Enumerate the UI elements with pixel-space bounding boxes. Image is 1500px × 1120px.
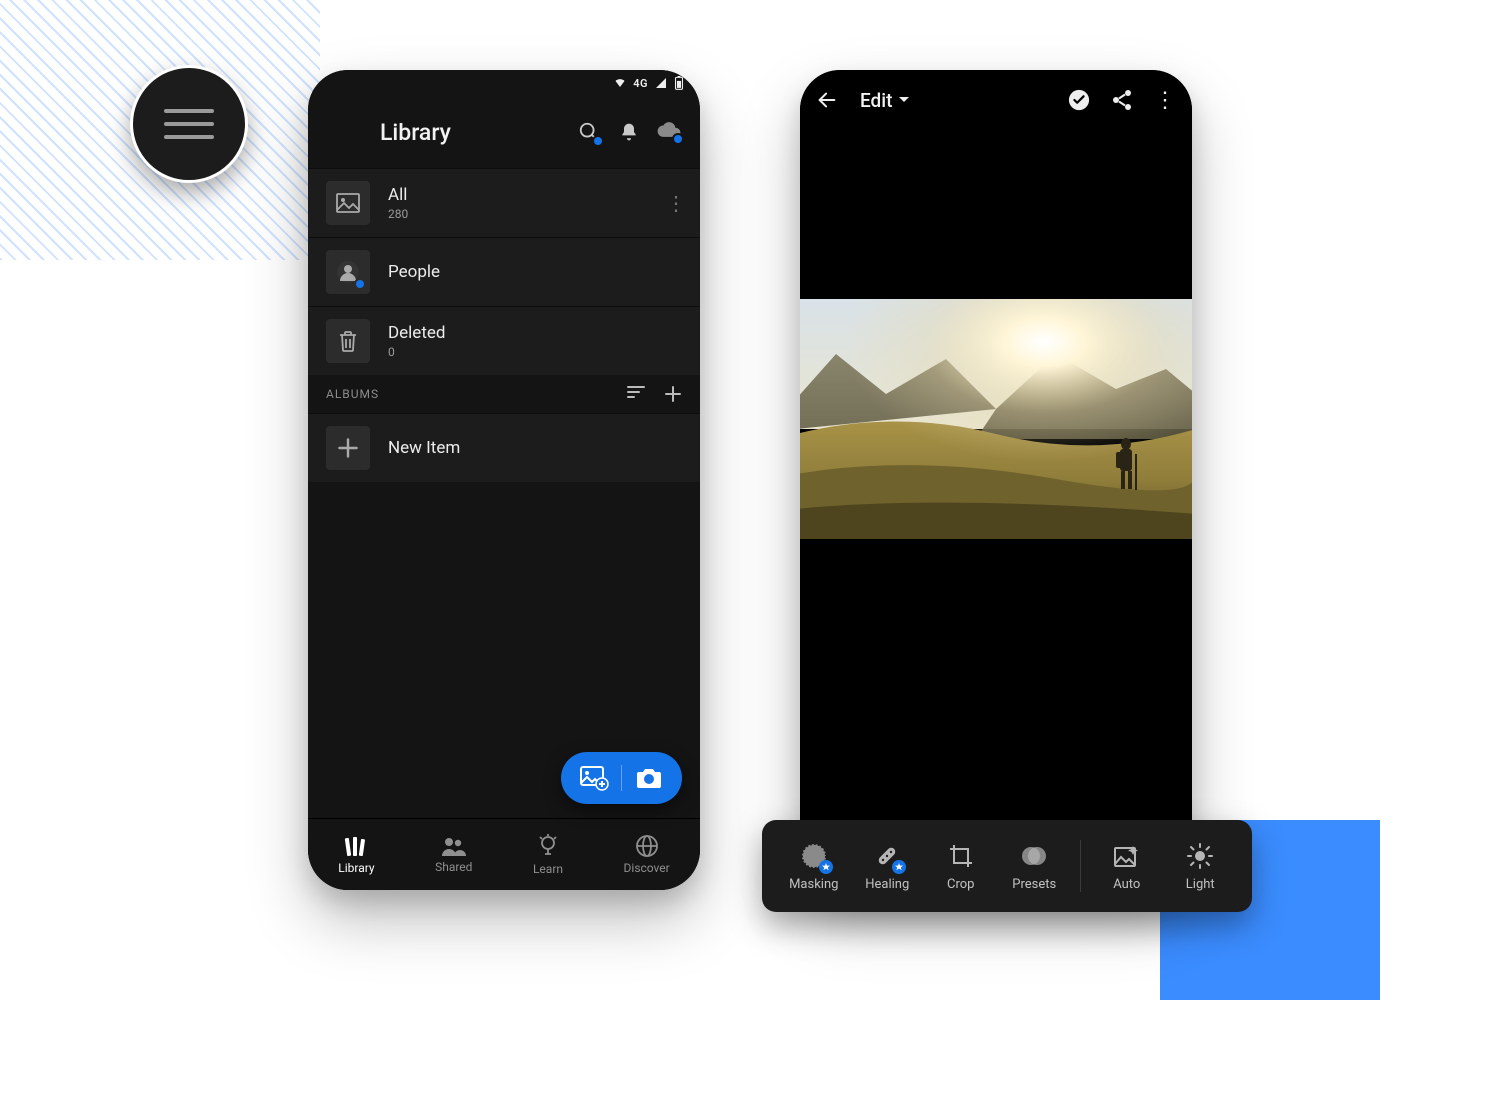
library-spacer bbox=[308, 482, 700, 818]
status-bar: 4G bbox=[308, 70, 700, 96]
nav-discover[interactable]: Discover bbox=[624, 835, 670, 875]
tool-healing[interactable]: Healing bbox=[854, 841, 922, 892]
album-new-item[interactable]: New Item bbox=[308, 413, 700, 482]
tool-label: Auto bbox=[1113, 877, 1140, 892]
tool-auto[interactable]: Auto bbox=[1093, 841, 1161, 892]
toolbar-separator bbox=[1080, 840, 1081, 892]
nav-learn[interactable]: Learn bbox=[533, 834, 563, 876]
cloud-sync-icon[interactable] bbox=[656, 119, 682, 145]
signal-icon bbox=[654, 77, 668, 89]
star-badge-icon bbox=[819, 860, 833, 874]
tool-label: Presets bbox=[1012, 877, 1056, 892]
image-icon bbox=[326, 181, 370, 225]
nav-shared[interactable]: Shared bbox=[435, 836, 472, 874]
library-item-title: All bbox=[388, 185, 408, 205]
editor-title-text: Edit bbox=[860, 89, 892, 112]
plus-icon bbox=[326, 426, 370, 470]
hamburger-icon bbox=[164, 109, 214, 139]
albums-header: ALBUMS bbox=[308, 375, 700, 413]
library-item-people[interactable]: People bbox=[308, 237, 700, 306]
nav-label: Library bbox=[338, 861, 374, 875]
phone-editor: Edit ⋮ bbox=[800, 70, 1192, 890]
photo-preview bbox=[800, 299, 1192, 539]
library-item-title: People bbox=[388, 262, 440, 282]
fab-camera[interactable] bbox=[622, 752, 676, 804]
editor-canvas[interactable] bbox=[800, 130, 1192, 890]
albums-label: ALBUMS bbox=[326, 387, 379, 401]
tool-crop[interactable]: Crop bbox=[927, 841, 995, 892]
people-badge bbox=[354, 278, 366, 290]
library-title: Library bbox=[326, 119, 562, 146]
network-label: 4G bbox=[633, 77, 648, 90]
battery-icon bbox=[674, 76, 684, 90]
phone-library: 4G Library bbox=[308, 70, 700, 890]
nav-label: Discover bbox=[624, 861, 670, 875]
cloud-badge bbox=[672, 133, 684, 145]
wifi-icon bbox=[613, 77, 627, 89]
tool-masking[interactable]: Masking bbox=[780, 841, 848, 892]
library-list: All 280 ⋮ People bbox=[308, 168, 700, 375]
confirm-icon[interactable] bbox=[1068, 89, 1090, 111]
hamburger-menu-callout[interactable] bbox=[130, 65, 248, 183]
nav-label: Shared bbox=[435, 860, 472, 874]
share-icon[interactable] bbox=[1112, 89, 1132, 111]
editor-title[interactable]: Edit bbox=[860, 89, 910, 112]
library-header: Library bbox=[308, 96, 700, 168]
people-icon bbox=[326, 250, 370, 294]
more-icon[interactable]: ⋮ bbox=[666, 191, 686, 215]
library-item-all[interactable]: All 280 ⋮ bbox=[308, 168, 700, 237]
trash-icon bbox=[326, 319, 370, 363]
tool-label: Light bbox=[1186, 877, 1215, 892]
nav-label: Learn bbox=[533, 862, 563, 876]
tool-label: Crop bbox=[947, 877, 974, 892]
editor-toolbar: Masking Healing Crop Presets bbox=[762, 820, 1252, 912]
star-badge-icon bbox=[892, 860, 906, 874]
back-icon[interactable] bbox=[816, 89, 838, 111]
tool-label: Healing bbox=[865, 877, 909, 892]
nav-library[interactable]: Library bbox=[338, 835, 374, 875]
notifications-icon[interactable] bbox=[616, 119, 642, 145]
add-album-icon[interactable] bbox=[664, 385, 682, 403]
library-item-deleted[interactable]: Deleted 0 bbox=[308, 306, 700, 375]
tool-label: Masking bbox=[789, 877, 838, 892]
search-badge bbox=[592, 135, 604, 147]
tool-light[interactable]: Light bbox=[1167, 841, 1235, 892]
fab-add-photo[interactable] bbox=[567, 752, 621, 804]
library-item-title: Deleted bbox=[388, 323, 445, 343]
tool-presets[interactable]: Presets bbox=[1001, 841, 1069, 892]
search-icon[interactable] bbox=[576, 119, 602, 145]
editor-header: Edit ⋮ bbox=[800, 70, 1192, 130]
album-new-label: New Item bbox=[388, 438, 460, 458]
bottom-nav: Library Shared Learn Discover bbox=[308, 818, 700, 890]
chevron-down-icon bbox=[898, 96, 910, 104]
sort-icon[interactable] bbox=[626, 385, 646, 403]
library-item-count: 280 bbox=[388, 207, 408, 221]
library-item-count: 0 bbox=[388, 345, 445, 359]
fab bbox=[561, 752, 682, 804]
overflow-icon[interactable]: ⋮ bbox=[1154, 88, 1176, 113]
